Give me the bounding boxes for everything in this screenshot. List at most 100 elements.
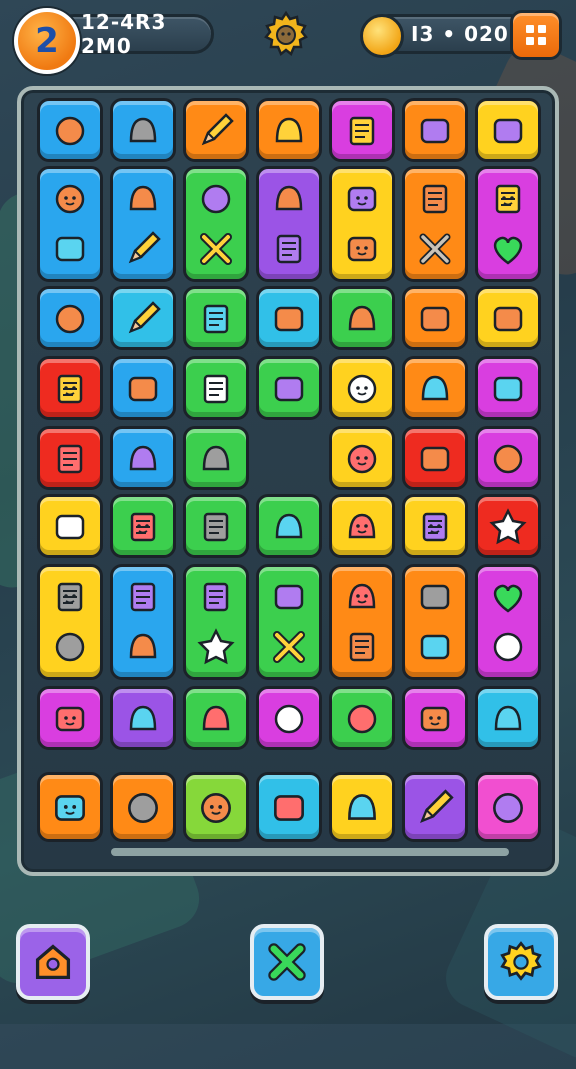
board-tile[interactable] [475, 98, 541, 162]
board-tile[interactable] [256, 356, 322, 420]
board-tile[interactable] [183, 564, 249, 680]
notepad-icon [55, 116, 85, 146]
heart-icon [493, 236, 523, 265]
pencil-icon [128, 301, 161, 334]
board-tile[interactable] [256, 286, 322, 350]
board-tile[interactable] [475, 686, 541, 750]
board-tile[interactable] [475, 286, 541, 350]
board-tile[interactable] [183, 166, 249, 282]
tray-tile[interactable] [110, 772, 176, 842]
board-tile[interactable] [110, 426, 176, 490]
sun-gear-icon [421, 375, 449, 401]
wrench-icon [493, 632, 523, 662]
board-tile[interactable] [183, 686, 249, 750]
board-tile[interactable] [402, 494, 468, 558]
board-tile[interactable] [256, 98, 322, 162]
board-tile[interactable] [475, 356, 541, 420]
board-tile[interactable] [37, 286, 103, 350]
board-tile[interactable] [475, 494, 541, 558]
tray-tile[interactable] [329, 772, 395, 842]
tray-tile[interactable] [402, 772, 468, 842]
notepad-icon [493, 444, 523, 474]
board-tile[interactable] [329, 98, 395, 162]
board-tile[interactable] [329, 426, 395, 490]
briefcase-icon [420, 584, 450, 610]
board-tile[interactable] [329, 286, 395, 350]
board-tile[interactable] [110, 286, 176, 350]
board-tile[interactable] [329, 686, 395, 750]
gear-icon[interactable] [262, 10, 310, 58]
board-tile[interactable] [183, 494, 249, 558]
board-tile[interactable] [329, 166, 395, 282]
flame-icon [203, 582, 229, 612]
board-tile[interactable] [183, 426, 249, 490]
board-tile[interactable] [37, 564, 103, 680]
bunny-icon [347, 236, 377, 262]
board-tile[interactable] [402, 686, 468, 750]
board-tile[interactable] [329, 356, 395, 420]
pause-button[interactable] [510, 10, 562, 60]
blob-icon [55, 184, 85, 214]
glove-icon [55, 632, 85, 662]
board-tile[interactable] [402, 564, 468, 680]
flame-icon [276, 234, 302, 264]
tray-tile[interactable] [37, 772, 103, 842]
board-tile[interactable] [256, 686, 322, 750]
board-tile[interactable] [110, 686, 176, 750]
board-tile[interactable] [37, 356, 103, 420]
mallet-icon [203, 512, 229, 542]
board-tile[interactable] [329, 494, 395, 558]
shuffle-button[interactable] [250, 924, 324, 1000]
mirror-icon [422, 184, 448, 214]
board-tile[interactable] [37, 166, 103, 282]
board-tile[interactable] [37, 98, 103, 162]
level-badge: 2 [14, 8, 80, 74]
board-tile[interactable] [475, 564, 541, 680]
board-tile[interactable] [402, 426, 468, 490]
tray-tile[interactable] [256, 772, 322, 842]
board-tile[interactable] [37, 686, 103, 750]
microphone-icon [420, 634, 450, 660]
tray-tile[interactable] [475, 772, 541, 842]
board-tile[interactable] [256, 564, 322, 680]
board-tile[interactable] [402, 286, 468, 350]
board-tile[interactable] [110, 356, 176, 420]
home-icon [35, 944, 71, 980]
board-tile[interactable] [256, 166, 322, 282]
board-tile[interactable] [402, 166, 468, 282]
hammer-icon [420, 306, 450, 332]
moon-face-icon [347, 444, 377, 474]
envelope-icon [129, 117, 157, 143]
flame-icon [130, 582, 156, 612]
phone-icon [274, 795, 304, 821]
board-tile[interactable] [402, 356, 468, 420]
board-tile[interactable] [110, 564, 176, 680]
board-tile[interactable] [475, 426, 541, 490]
pause-icon [526, 25, 546, 45]
fish-icon [494, 705, 522, 731]
board-tile[interactable] [110, 166, 176, 282]
board-tile[interactable] [37, 426, 103, 490]
settings-button[interactable] [484, 924, 558, 1000]
board-tile[interactable] [475, 166, 541, 282]
board-tile[interactable] [183, 356, 249, 420]
tray-tile[interactable] [183, 772, 249, 842]
bird-icon [347, 704, 377, 734]
balloon-face-icon [495, 184, 521, 214]
pencil-icon [128, 231, 161, 264]
board-tile[interactable] [37, 494, 103, 558]
top-hud: 12-4R3 2M0 2 I3 • 020 [0, 0, 576, 76]
board-tile[interactable] [110, 98, 176, 162]
board-tile[interactable] [402, 98, 468, 162]
gameboy-icon [493, 376, 523, 402]
board-tile[interactable] [183, 98, 249, 162]
cross-tools-icon [273, 631, 305, 663]
board-tile[interactable] [329, 564, 395, 680]
board-tile[interactable] [256, 494, 322, 558]
folder-icon [493, 118, 523, 144]
heart-icon [493, 584, 523, 613]
bean-icon [275, 185, 303, 211]
home-button[interactable] [16, 924, 90, 1000]
board-tile[interactable] [110, 494, 176, 558]
board-tile[interactable] [183, 286, 249, 350]
